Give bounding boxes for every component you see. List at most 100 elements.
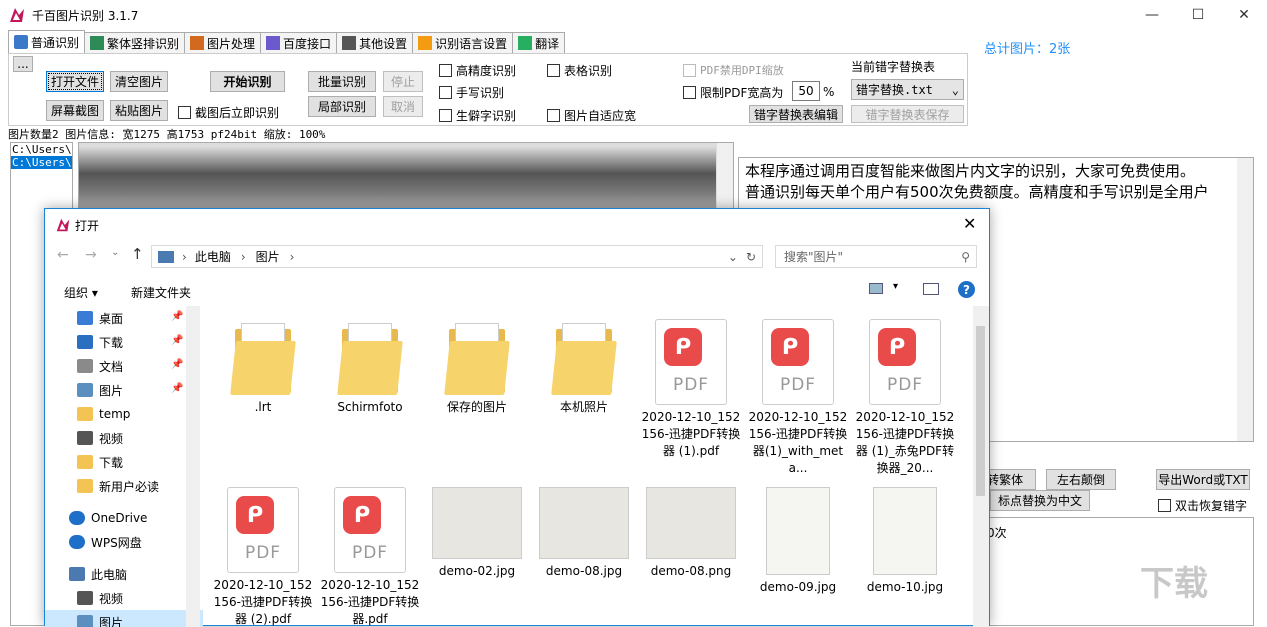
nav-item[interactable]: 桌面📌 xyxy=(45,306,203,330)
tab-language-settings[interactable]: 识别语言设置 xyxy=(412,32,513,53)
nav-item[interactable]: 文档📌 xyxy=(45,354,203,378)
file-item[interactable]: demo-08.jpg xyxy=(532,487,636,580)
breadcrumb-item[interactable]: 此电脑 xyxy=(195,248,231,265)
scroll-thumb[interactable] xyxy=(976,326,985,496)
close-button[interactable]: ✕ xyxy=(1221,0,1267,30)
nav-item[interactable]: 图片📌 xyxy=(45,378,203,402)
list-item[interactable]: C:\Users\ xyxy=(11,143,72,156)
tab-normal-ocr[interactable]: 普通识别 xyxy=(8,30,85,53)
cancel-button[interactable]: 取消 xyxy=(383,96,423,117)
nav-item[interactable]: 视频 xyxy=(45,426,203,450)
table-ocr-checkbox[interactable]: 表格识别 xyxy=(547,62,612,79)
typo-edit-button[interactable]: 错字替换表编辑 xyxy=(749,105,843,123)
checkbox-box xyxy=(547,109,560,122)
nav-label: 桌面 xyxy=(99,310,123,327)
nav-label: OneDrive xyxy=(91,511,147,525)
typo-table-title: 当前错字替换表 xyxy=(851,58,935,75)
nav-item[interactable]: 图片 xyxy=(45,610,203,627)
more-button[interactable]: ... xyxy=(13,56,33,72)
file-item[interactable]: demo-02.jpg xyxy=(425,487,529,580)
file-item[interactable]: ᑭPDF2020-12-10_152156-迅捷PDF转换器 (2).pdf xyxy=(211,487,315,627)
nav-item[interactable]: temp xyxy=(45,402,203,426)
high-precision-checkbox[interactable]: 高精度识别 xyxy=(439,62,516,79)
forward-arrow-icon[interactable]: → xyxy=(85,247,97,263)
dialog-close-button[interactable]: ✕ xyxy=(963,214,976,233)
batch-ocr-button[interactable]: 批量识别 xyxy=(308,71,376,92)
nav-item[interactable]: 新用户必读 xyxy=(45,474,203,498)
screenshot-button[interactable]: 屏幕截图 xyxy=(46,100,104,121)
main-tabs: 普通识别 繁体竖排识别 图片处理 百度接口 其他设置 识别语言设置 翻译 xyxy=(8,32,564,54)
open-file-button[interactable]: 打开文件 xyxy=(46,71,104,92)
typo-save-button[interactable]: 错字替换表保存 xyxy=(851,105,964,123)
back-arrow-icon[interactable]: ← xyxy=(57,247,69,263)
file-item[interactable]: .lrt xyxy=(211,319,315,416)
nav-item[interactable]: 视频 xyxy=(45,586,203,610)
partial-ocr-button[interactable]: 局部识别 xyxy=(308,96,376,117)
fit-width-checkbox[interactable]: 图片自适应宽 xyxy=(547,107,636,124)
dblclick-restore-checkbox[interactable]: 双击恢复错字 xyxy=(1158,497,1247,514)
clear-image-button[interactable]: 清空图片 xyxy=(110,71,168,92)
pdf-width-input[interactable]: 50 xyxy=(792,81,820,101)
refresh-icon[interactable]: ↻ xyxy=(746,250,756,264)
search-input[interactable]: 搜索"图片"⚲ xyxy=(775,245,977,268)
ocr-after-screenshot-checkbox[interactable]: 截图后立即识别 xyxy=(178,104,279,121)
file-item[interactable]: ᑭPDF2020-12-10_152156-迅捷PDF转换器 (1)_赤兔PDF… xyxy=(853,319,957,477)
file-item[interactable]: 本机照片 xyxy=(532,319,636,416)
grid-icon xyxy=(342,36,356,50)
handwriting-checkbox[interactable]: 手写识别 xyxy=(439,84,504,101)
paste-image-button[interactable]: 粘贴图片 xyxy=(110,100,168,121)
checkbox-box xyxy=(439,109,452,122)
nav-scrollbar[interactable] xyxy=(186,306,200,627)
result-line: 本程序通过调用百度智能来做图片内文字的识别，大家可免费使用。 xyxy=(745,161,1247,182)
folder-icon xyxy=(77,455,93,469)
stop-button[interactable]: 停止 xyxy=(383,71,423,92)
tab-vertical-ocr[interactable]: 繁体竖排识别 xyxy=(84,32,185,53)
address-dropdown-icon[interactable]: ⌄ xyxy=(728,250,738,264)
typo-table-select[interactable]: 错字替换.txt⌄ xyxy=(851,79,964,100)
tab-baidu-api[interactable]: 百度接口 xyxy=(260,32,337,53)
nav-item[interactable]: WPS网盘 xyxy=(45,530,203,554)
recent-dropdown-icon[interactable]: ⌄ xyxy=(111,247,119,258)
nav-item[interactable]: 下载 xyxy=(45,450,203,474)
file-item[interactable]: demo-08.png xyxy=(639,487,743,580)
file-grid-scrollbar[interactable] xyxy=(973,306,989,627)
rare-chars-checkbox[interactable]: 生僻字识别 xyxy=(439,107,516,124)
list-item[interactable]: C:\Users\ xyxy=(11,156,72,169)
file-item[interactable]: ᑭPDF2020-12-10_152156-迅捷PDF转换器 (1).pdf xyxy=(639,319,743,460)
file-item[interactable]: ᑭPDF2020-12-10_152156-迅捷PDF转换器(1)_with_m… xyxy=(746,319,850,477)
view-dropdown-icon[interactable]: ▾ xyxy=(893,281,898,292)
organize-button[interactable]: 组织 ▾ xyxy=(64,284,98,301)
export-button[interactable]: 导出Word或TXT xyxy=(1156,469,1250,490)
punct-cn-button[interactable]: 标点替换为中文 xyxy=(990,490,1090,511)
preview-pane-icon[interactable] xyxy=(923,283,939,295)
minimize-button[interactable]: — xyxy=(1129,0,1175,30)
nav-item[interactable]: 此电脑 xyxy=(45,562,203,586)
file-name: demo-09.jpg xyxy=(746,579,850,596)
file-item[interactable]: ᑭPDF2020-12-10_152156-迅捷PDF转换器.pdf xyxy=(318,487,422,627)
nav-item[interactable]: 下载📌 xyxy=(45,330,203,354)
file-item[interactable]: demo-09.jpg xyxy=(746,487,850,596)
tab-translate[interactable]: 翻译 xyxy=(512,32,565,53)
swap-lr-button[interactable]: 左右颠倒 xyxy=(1046,469,1116,490)
pdf-file-icon: ᑭPDF xyxy=(655,319,727,405)
breadcrumb-item[interactable]: 图片 xyxy=(256,248,280,265)
checkbox-label: 手写识别 xyxy=(456,84,504,101)
pdf-disable-dpi-checkbox[interactable]: PDF禁用DPI缩放 xyxy=(683,62,784,78)
start-ocr-button[interactable]: 开始识别 xyxy=(210,71,285,92)
tab-other-settings[interactable]: 其他设置 xyxy=(336,32,413,53)
file-item[interactable]: 保存的图片 xyxy=(425,319,529,416)
help-icon[interactable]: ? xyxy=(958,281,975,298)
file-item[interactable]: demo-10.jpg xyxy=(853,487,957,596)
maximize-button[interactable]: ☐ xyxy=(1175,0,1221,30)
file-item[interactable]: Schirmfoto xyxy=(318,319,422,416)
new-folder-button[interactable]: 新建文件夹 xyxy=(131,284,191,301)
limit-pdf-width-checkbox[interactable]: 限制PDF宽高为 xyxy=(683,84,783,101)
checkbox-label: 双击恢复错字 xyxy=(1175,497,1247,514)
tab-image-process[interactable]: 图片处理 xyxy=(184,32,261,53)
address-bar[interactable]: › 此电脑 › 图片 › ⌄ ↻ xyxy=(151,245,763,268)
up-arrow-icon[interactable]: ↑ xyxy=(131,245,144,263)
view-mode-icon[interactable] xyxy=(869,283,883,294)
app-logo-icon xyxy=(55,217,71,233)
text-scrollbar[interactable] xyxy=(1237,158,1253,441)
nav-item[interactable]: OneDrive xyxy=(45,506,203,530)
